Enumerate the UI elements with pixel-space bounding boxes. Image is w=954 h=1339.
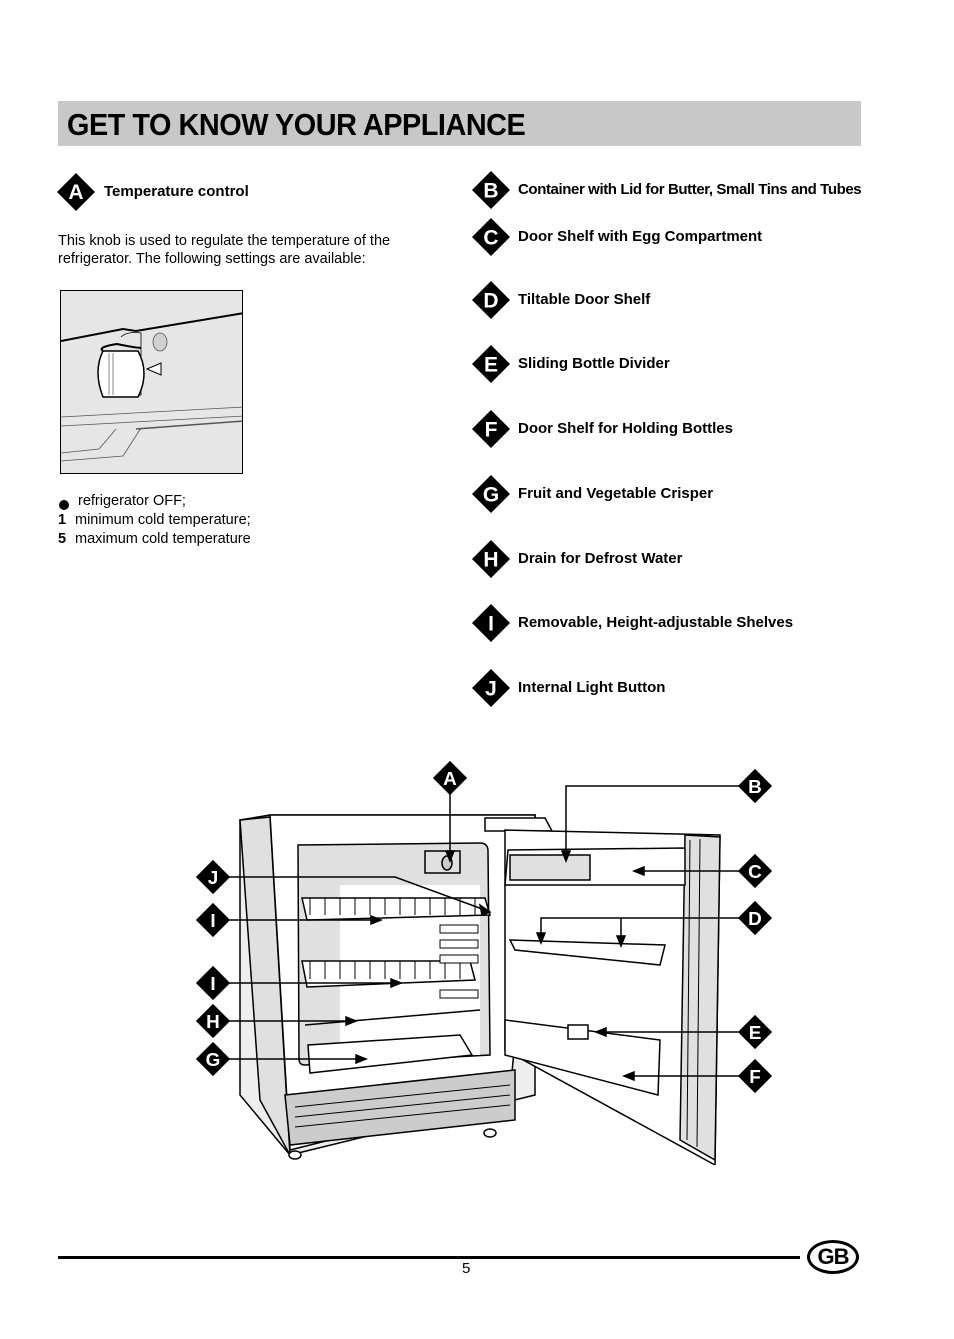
callout-g-icon: G — [195, 1041, 231, 1082]
svg-text:J: J — [485, 678, 497, 701]
callout-a-icon: A — [432, 760, 468, 801]
callout-h-icon: H — [195, 1003, 231, 1044]
badge-i-icon: I — [471, 603, 511, 643]
fridge-illustration — [226, 785, 750, 1167]
callout-i-icon: I — [195, 965, 231, 1006]
svg-text:D: D — [748, 909, 762, 930]
badge-g-icon: G — [471, 474, 511, 514]
svg-text:D: D — [483, 290, 498, 313]
svg-text:A: A — [443, 769, 457, 790]
svg-text:E: E — [484, 354, 498, 377]
component-label: Container with Lid for Butter, Small Tin… — [518, 181, 862, 198]
setting-off: refrigerator OFF; — [58, 492, 251, 511]
page-number: 5 — [462, 1260, 471, 1277]
callout-e-icon: E — [737, 1014, 773, 1055]
component-label: Tiltable Door Shelf — [518, 291, 651, 308]
title-bar: GET TO KNOW YOUR APPLIANCE — [58, 101, 861, 146]
svg-text:I: I — [210, 974, 215, 995]
callout-f-icon: F — [737, 1058, 773, 1099]
svg-text:C: C — [483, 227, 498, 250]
temperature-settings-list: refrigerator OFF; 1 minimum cold temperat… — [58, 492, 251, 549]
svg-text:B: B — [483, 180, 498, 203]
callout-c-icon: C — [737, 853, 773, 894]
badge-a-icon: A — [56, 172, 96, 212]
component-label: Door Shelf for Holding Bottles — [518, 420, 733, 437]
svg-text:J: J — [208, 868, 219, 889]
svg-text:H: H — [206, 1012, 220, 1033]
svg-text:I: I — [210, 911, 215, 932]
svg-text:A: A — [68, 181, 83, 204]
setting-max: 5 maximum cold temperature — [58, 531, 251, 547]
component-label: Removable, Height-adjustable Shelves — [518, 614, 794, 631]
component-label: Sliding Bottle Divider — [518, 355, 670, 372]
svg-text:H: H — [483, 549, 498, 572]
page-title: GET TO KNOW YOUR APPLIANCE — [67, 107, 526, 142]
svg-text:G: G — [483, 484, 499, 507]
dot-icon — [59, 499, 69, 510]
svg-text:F: F — [485, 419, 498, 442]
badge-c-icon: C — [471, 217, 511, 257]
callout-b-icon: B — [737, 768, 773, 809]
svg-text:E: E — [749, 1023, 762, 1044]
badge-h-icon: H — [471, 539, 511, 579]
badge-d-icon: D — [471, 280, 511, 320]
svg-text:G: G — [206, 1050, 221, 1071]
temperature-knob-illustration — [60, 290, 243, 474]
callout-i-icon: I — [195, 902, 231, 943]
svg-text:C: C — [748, 862, 762, 883]
svg-text:B: B — [748, 777, 762, 798]
component-label: Drain for Defrost Water — [518, 550, 683, 567]
callout-j-icon: J — [195, 859, 231, 900]
component-label: Internal Light Button — [518, 679, 666, 696]
language-badge: GB — [807, 1240, 859, 1274]
temperature-control-description: This knob is used to regulate the temper… — [58, 233, 391, 267]
setting-min: 1 minimum cold temperature; — [58, 512, 251, 528]
component-label: Fruit and Vegetable Crisper — [518, 485, 714, 502]
component-label: Door Shelf with Egg Compartment — [518, 228, 763, 245]
footer-rule — [58, 1256, 800, 1259]
badge-e-icon: E — [471, 344, 511, 384]
svg-text:F: F — [749, 1067, 761, 1088]
badge-j-icon: J — [471, 668, 511, 708]
callout-d-icon: D — [737, 900, 773, 941]
badge-b-icon: B — [471, 170, 511, 210]
appliance-diagram: AJIIHGBCDEF — [190, 755, 790, 1167]
temperature-control-heading: Temperature control — [104, 183, 249, 200]
svg-text:I: I — [488, 613, 494, 636]
badge-f-icon: F — [471, 409, 511, 449]
